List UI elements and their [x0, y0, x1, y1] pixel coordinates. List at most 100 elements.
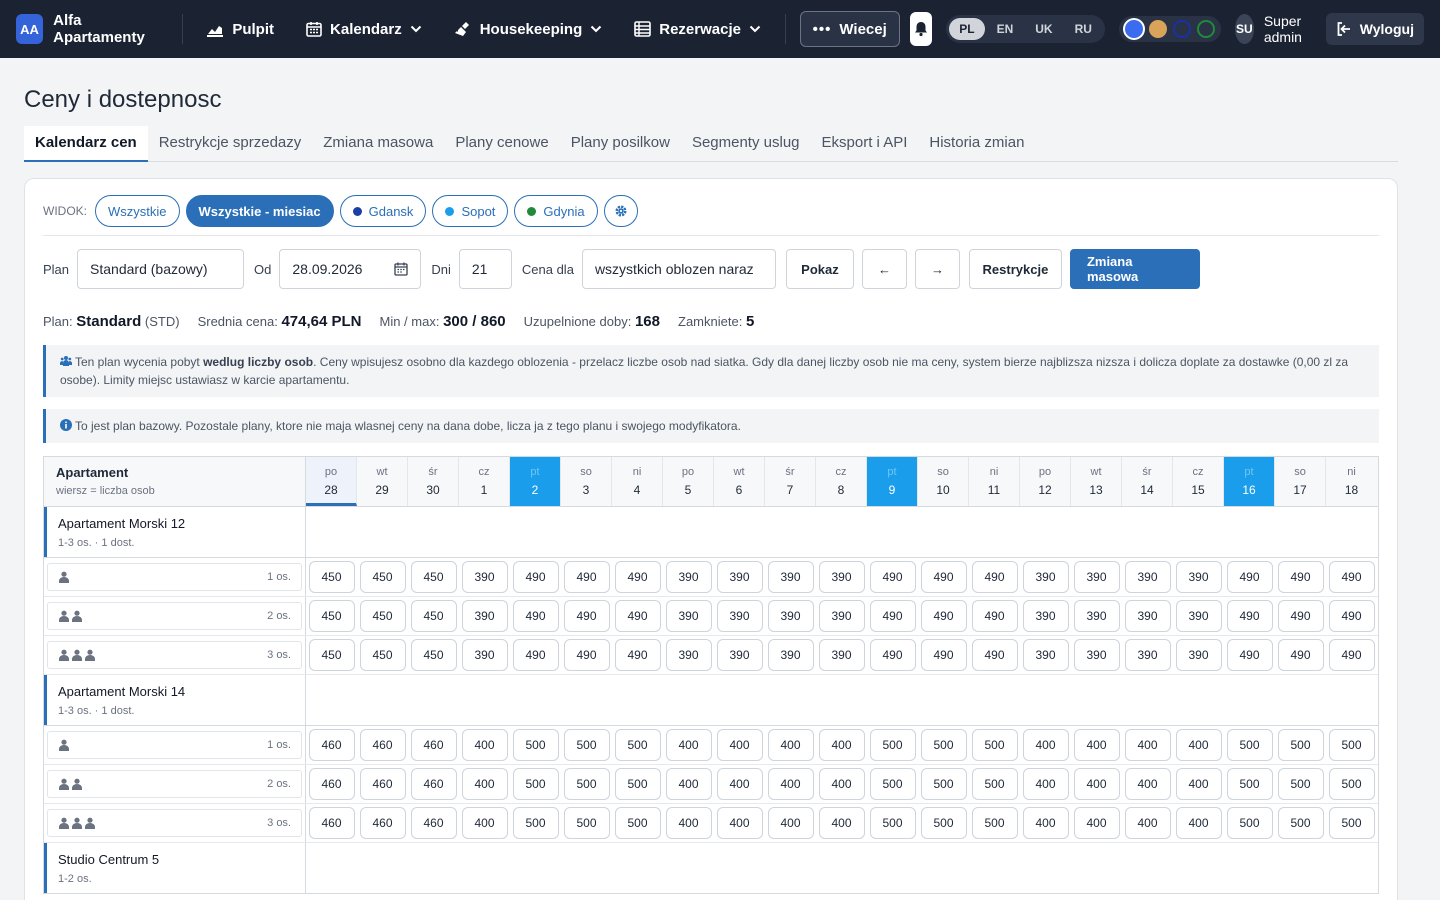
tab-kalendarz-cen[interactable]: Kalendarz cen: [24, 126, 148, 162]
price-input[interactable]: 500: [512, 807, 559, 839]
tab-plany-cenowe[interactable]: Plany cenowe: [444, 126, 559, 162]
price-input[interactable]: 390: [461, 600, 508, 632]
price-input[interactable]: 490: [512, 600, 559, 632]
apartment-name-cell[interactable]: Apartament Morski 12 1-3 os. · 1 dost.: [44, 507, 306, 557]
price-input[interactable]: 390: [818, 600, 865, 632]
price-input[interactable]: 400: [1073, 768, 1120, 800]
price-input[interactable]: 400: [1022, 807, 1069, 839]
price-input[interactable]: 390: [767, 600, 814, 632]
tab-plany-posilkow[interactable]: Plany posilkow: [560, 126, 681, 162]
price-input[interactable]: 390: [716, 639, 763, 671]
price-input[interactable]: 450: [308, 561, 355, 593]
calendar-icon[interactable]: [394, 262, 409, 276]
price-input[interactable]: 400: [1175, 729, 1222, 761]
price-input[interactable]: 490: [920, 600, 967, 632]
price-input[interactable]: 390: [461, 639, 508, 671]
theme-option[interactable]: [1148, 20, 1167, 38]
price-input[interactable]: 400: [1124, 729, 1171, 761]
price-input[interactable]: 500: [971, 807, 1018, 839]
language-option-ru[interactable]: RU: [1065, 18, 1102, 40]
price-input[interactable]: 400: [665, 729, 712, 761]
prev-period-button[interactable]: ←: [861, 249, 907, 289]
price-input[interactable]: 500: [614, 807, 661, 839]
price-input[interactable]: 390: [1124, 639, 1171, 671]
price-input[interactable]: 400: [716, 768, 763, 800]
price-input[interactable]: 490: [1328, 561, 1375, 593]
price-input[interactable]: 500: [512, 729, 559, 761]
price-input[interactable]: 490: [971, 639, 1018, 671]
price-input[interactable]: 400: [461, 807, 508, 839]
price-input[interactable]: 390: [767, 639, 814, 671]
price-input[interactable]: 390: [1124, 561, 1171, 593]
price-input[interactable]: 390: [1175, 600, 1222, 632]
price-input[interactable]: 400: [767, 807, 814, 839]
price-input[interactable]: 390: [1175, 561, 1222, 593]
brand[interactable]: AA Alfa Apartamenty: [16, 12, 152, 46]
price-input[interactable]: 500: [869, 807, 916, 839]
price-input[interactable]: 500: [971, 729, 1018, 761]
price-input[interactable]: 390: [665, 561, 712, 593]
tab-historia-zmian[interactable]: Historia zmian: [918, 126, 1035, 162]
tab-eksport-i-api[interactable]: Eksport i API: [811, 126, 919, 162]
price-input[interactable]: 400: [461, 729, 508, 761]
price-input[interactable]: 390: [767, 561, 814, 593]
price-input[interactable]: 390: [1022, 600, 1069, 632]
price-input[interactable]: 400: [1175, 807, 1222, 839]
nav-item-pulpit[interactable]: Pulpit: [190, 9, 290, 49]
price-input[interactable]: 500: [614, 729, 661, 761]
price-input[interactable]: 490: [614, 639, 661, 671]
price-input[interactable]: 390: [1175, 639, 1222, 671]
days-input[interactable]: 21: [458, 249, 512, 289]
price-input[interactable]: 490: [971, 561, 1018, 593]
more-menu-button[interactable]: ••• Wiecej: [799, 11, 900, 47]
price-input[interactable]: 500: [1226, 768, 1273, 800]
language-option-uk[interactable]: UK: [1025, 18, 1062, 40]
price-input[interactable]: 460: [410, 729, 457, 761]
price-input[interactable]: 390: [1124, 600, 1171, 632]
price-input[interactable]: 460: [410, 768, 457, 800]
price-input[interactable]: 460: [308, 768, 355, 800]
price-input[interactable]: 450: [410, 639, 457, 671]
view-chip-wszystkie[interactable]: Wszystkie: [95, 195, 180, 227]
price-input[interactable]: 490: [563, 639, 610, 671]
price-input[interactable]: 490: [971, 600, 1018, 632]
logout-button[interactable]: Wyloguj: [1325, 13, 1424, 45]
price-input[interactable]: 500: [563, 768, 610, 800]
price-input[interactable]: 400: [1073, 729, 1120, 761]
price-input[interactable]: 490: [1277, 600, 1324, 632]
price-input[interactable]: 490: [1226, 639, 1273, 671]
tab-zmiana-masowa[interactable]: Zmiana masowa: [312, 126, 444, 162]
price-input[interactable]: 500: [1328, 807, 1375, 839]
price-input[interactable]: 500: [1328, 729, 1375, 761]
price-input[interactable]: 490: [563, 561, 610, 593]
price-for-select[interactable]: wszystkich oblozen naraz: [581, 249, 776, 289]
price-input[interactable]: 390: [1022, 639, 1069, 671]
user-menu[interactable]: SU Super admin: [1234, 13, 1314, 45]
price-input[interactable]: 500: [1277, 807, 1324, 839]
price-input[interactable]: 460: [410, 807, 457, 839]
price-input[interactable]: 400: [767, 768, 814, 800]
price-input[interactable]: 450: [410, 600, 457, 632]
price-input[interactable]: 390: [1073, 639, 1120, 671]
view-chip-gdansk[interactable]: Gdansk: [339, 195, 427, 227]
price-input[interactable]: 500: [971, 768, 1018, 800]
price-input[interactable]: 490: [1226, 600, 1273, 632]
price-input[interactable]: 490: [563, 600, 610, 632]
price-input[interactable]: 500: [1277, 768, 1324, 800]
nav-item-rezerwacje[interactable]: Rezerwacje: [618, 9, 777, 49]
price-input[interactable]: 500: [920, 729, 967, 761]
price-input[interactable]: 490: [1328, 600, 1375, 632]
view-chip-sopot[interactable]: Sopot: [432, 195, 509, 227]
price-input[interactable]: 500: [1226, 807, 1273, 839]
price-input[interactable]: 400: [767, 729, 814, 761]
price-input[interactable]: 460: [308, 807, 355, 839]
language-option-pl[interactable]: PL: [949, 18, 985, 40]
theme-option[interactable]: [1124, 20, 1143, 38]
price-input[interactable]: 460: [359, 768, 406, 800]
price-input[interactable]: 400: [818, 768, 865, 800]
theme-option[interactable]: [1196, 20, 1215, 38]
price-input[interactable]: 390: [665, 639, 712, 671]
price-input[interactable]: 390: [1073, 561, 1120, 593]
price-input[interactable]: 490: [614, 561, 661, 593]
price-input[interactable]: 500: [563, 807, 610, 839]
